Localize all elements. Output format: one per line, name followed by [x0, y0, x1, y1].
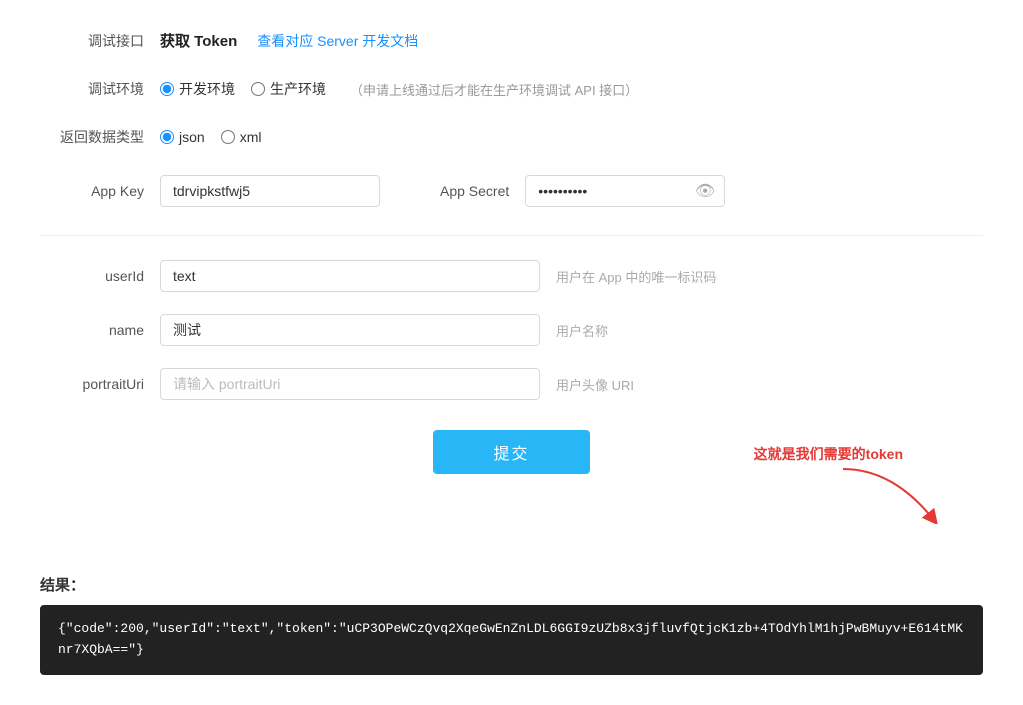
prod-env-label: 生产环境 [270, 79, 326, 99]
prod-env-option[interactable]: 生产环境 [251, 79, 326, 99]
name-desc: 用户名称 [556, 321, 608, 340]
annotation-text: 这就是我们需要的token [754, 444, 903, 464]
portraituri-label: portraitUri [40, 376, 160, 392]
divider [40, 235, 983, 236]
json-label: json [179, 129, 205, 145]
userid-input[interactable] [160, 260, 540, 292]
token-label: 获取 Token [160, 30, 237, 51]
name-input[interactable] [160, 314, 540, 346]
env-label: 调试环境 [40, 79, 160, 99]
xml-radio[interactable] [221, 130, 235, 144]
portraituri-desc: 用户头像 URI [556, 375, 634, 394]
name-label: name [40, 322, 160, 338]
interface-label: 调试接口 [40, 31, 160, 51]
prod-env-note: （申请上线通过后才能在生产环境调试 API 接口） [350, 80, 638, 99]
json-option[interactable]: json [160, 129, 205, 145]
return-type-label: 返回数据类型 [40, 127, 160, 147]
server-doc-link[interactable]: 查看对应 Server 开发文档 [257, 31, 418, 51]
userid-label: userId [40, 268, 160, 284]
result-section: 这就是我们需要的token 结果： {"code":200,"userId":"… [40, 504, 983, 675]
json-radio[interactable] [160, 130, 174, 144]
app-secret-label: App Secret [440, 183, 509, 199]
app-key-input[interactable] [160, 175, 380, 207]
app-key-label: App Key [40, 183, 160, 199]
submit-button[interactable]: 提交 [433, 430, 589, 474]
result-box: {"code":200,"userId":"text","token":"uCP… [40, 605, 983, 675]
arrow-icon [833, 464, 953, 524]
dev-env-option[interactable]: 开发环境 [160, 79, 235, 99]
dev-env-label: 开发环境 [179, 79, 235, 99]
param-row-userid: userId 用户在 App 中的唯一标识码 [40, 260, 983, 292]
userid-desc: 用户在 App 中的唯一标识码 [556, 267, 716, 286]
dev-env-radio[interactable] [160, 82, 174, 96]
portraituri-input[interactable] [160, 368, 540, 400]
result-label: 结果： [40, 574, 983, 595]
xml-option[interactable]: xml [221, 129, 262, 145]
param-row-name: name 用户名称 [40, 314, 983, 346]
eye-icon[interactable]: 👁 [695, 181, 715, 201]
xml-label: xml [240, 129, 262, 145]
prod-env-radio[interactable] [251, 82, 265, 96]
param-row-portraituri: portraitUri 用户头像 URI [40, 368, 983, 400]
